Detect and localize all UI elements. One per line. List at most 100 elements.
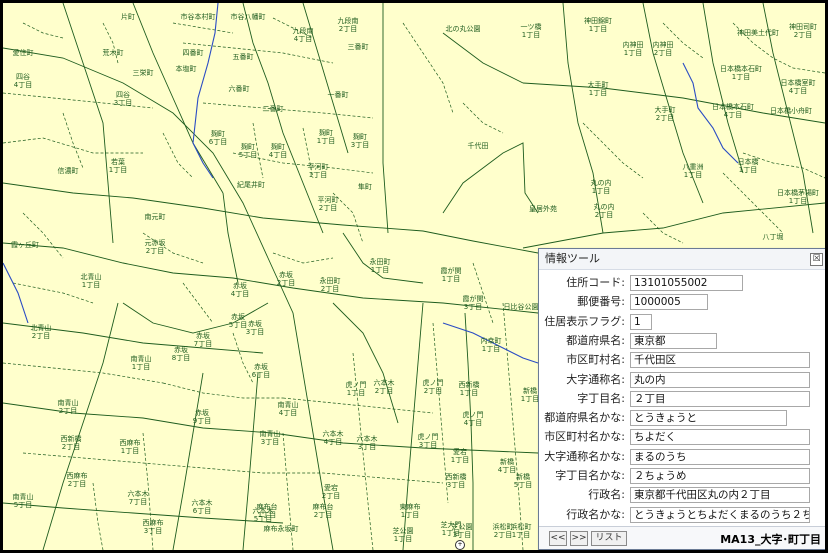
map-area-label: 四谷 3丁目	[113, 91, 133, 107]
attribute-value-field[interactable]: とうきょうと	[630, 410, 787, 427]
attribute-row: 字丁目名: ２丁目	[539, 390, 825, 407]
map-area-label: 霞ヶ丘町	[11, 241, 39, 249]
map-area-label: 九段南 2丁目	[337, 17, 359, 33]
attribute-label: 市区町村名:	[566, 353, 625, 367]
attribute-value-field[interactable]: ちよだく	[630, 429, 810, 446]
map-area-label: 片町	[121, 13, 135, 21]
map-area-label: 日本橋小舟町	[770, 107, 812, 115]
attribute-value-field[interactable]: 東京都	[630, 332, 717, 349]
attribute-label: 大字通称名:	[566, 372, 625, 386]
layer-name: MA13_大字･町丁目	[720, 533, 821, 546]
attribute-label: 市区町村名かな:	[544, 430, 625, 444]
info-tool-panel[interactable]: 情報ツール ☒ 住所コード: 13101055002 郵便番号: 1000005 住居表…	[538, 248, 825, 550]
attribute-label: 住所コード:	[566, 276, 625, 289]
map-area-label: 南青山 3丁目	[259, 430, 281, 446]
attribute-value-field[interactable]: 東京都千代田区丸の内２丁目	[630, 487, 810, 504]
attribute-row: 郵便番号: 1000005	[539, 294, 825, 311]
attribute-row: 大字通称名かな: まるのうち	[539, 448, 825, 465]
map-area-label: 荒木町	[102, 49, 124, 57]
attribute-value-field[interactable]: とうきょうとちよだくまるのうち２ちょうめ	[630, 506, 810, 523]
map-area-label: 内神田 2丁目	[652, 41, 674, 57]
attribute-label: 郵便番号:	[577, 295, 625, 309]
attribute-value-field[interactable]: 1	[630, 313, 652, 330]
map-area-label: 永田町 2丁目	[319, 277, 341, 293]
attribute-value-field[interactable]: まるのうち	[630, 448, 810, 465]
map-area-label: 芝公園 1丁目	[392, 527, 414, 543]
map-area-label: 虎ノ門 2丁目	[422, 379, 444, 395]
panel-footer: << >> リスト MA13_大字･町丁目	[539, 526, 825, 549]
list-button[interactable]: リスト	[591, 531, 627, 546]
attribute-label: 住居表示フラグ:	[544, 314, 625, 328]
map-area-label: 丸の内 2丁目	[593, 203, 615, 219]
map-area-label: 四番町	[182, 49, 204, 57]
map-area-label: 浜松町 1丁目	[510, 523, 532, 539]
map-area-label: 六本木 7丁目	[127, 490, 149, 506]
map-area-label: 内神田 1丁目	[622, 41, 644, 57]
attribute-row: 字丁目名かな: ２ちょうめ	[539, 468, 825, 484]
map-area-label: 西新橋 2丁目	[60, 435, 82, 451]
map-area-label: 赤坂 5丁目	[228, 313, 248, 329]
map-area-label: 九段南 4丁目	[292, 27, 314, 43]
map-area-label: 神田美土代町	[737, 29, 779, 37]
map-area-label: 大手町 2丁目	[654, 106, 676, 122]
attribute-label: 都道府県名:	[566, 333, 625, 347]
map-area-label: 千代田	[467, 142, 489, 150]
map-area-label: 市谷八幡町	[230, 13, 266, 21]
attribute-row: 住居表示フラグ: 1	[539, 313, 825, 330]
map-area-label: 若葉 1丁目	[108, 158, 128, 174]
map-area-label: 赤坂 6丁目	[251, 363, 271, 379]
map-area-label: 日本橋本石町 4丁目	[712, 103, 754, 119]
map-area-label: 永田町 1丁目	[369, 258, 391, 274]
attribute-value-field[interactable]: 千代田区	[630, 352, 810, 369]
attribute-value-field[interactable]: 13101055002	[630, 275, 743, 291]
map-area-label: 麹町 4丁目	[268, 143, 288, 159]
map-area-label: 六本木 6丁目	[191, 499, 213, 515]
close-icon[interactable]: ☒	[810, 253, 823, 266]
map-area-label: 北の丸公園	[445, 25, 481, 33]
map-area-label: 紀尾井町	[237, 181, 265, 189]
attribute-value-field[interactable]: ２ちょうめ	[630, 468, 810, 484]
map-area-label: 愛住町	[12, 49, 34, 57]
attribute-value-field[interactable]: 1000005	[630, 294, 708, 311]
attribute-label: 字丁目名:	[577, 391, 625, 405]
map-area-label: 八丁堀	[762, 233, 784, 241]
map-area-label: 隼町	[358, 183, 372, 191]
map-area-label: 神田司町 2丁目	[789, 23, 817, 39]
map-area-label: 西麻布 3丁目	[142, 519, 164, 535]
next-button[interactable]: >>	[570, 531, 588, 546]
map-area-label: 浜松町 2丁目	[492, 523, 514, 539]
attribute-value-field[interactable]: 丸の内	[630, 371, 810, 388]
map-area-label: 日本橋茅場町 1丁目	[777, 189, 819, 205]
panel-titlebar[interactable]: 情報ツール ☒	[539, 249, 825, 270]
map-area-label: 三栄町	[132, 69, 154, 77]
map-area-label: 平河町 2丁目	[317, 196, 339, 212]
map-area-label: 南青山 1丁目	[130, 355, 152, 371]
map-area-label: 六本木 5丁目	[252, 507, 274, 523]
attribute-label: 大字通称名かな:	[544, 449, 625, 463]
map-area-label: 一番町	[327, 91, 349, 99]
map-area-label: 丸の内 1丁目	[590, 179, 612, 195]
map-area-label: 新橋 4丁目	[497, 458, 517, 474]
map-area-label: 六本木 4丁目	[322, 430, 344, 446]
map-area-label: 四谷 4丁目	[13, 73, 33, 89]
map-area-label: 皇居外苑	[529, 205, 557, 213]
attribute-value-field[interactable]: ２丁目	[630, 390, 810, 407]
map-area-label: 内幸町 1丁目	[480, 337, 502, 353]
map-area-label: 日本橋室町 4丁目	[780, 79, 816, 95]
map-area-label: 八重洲 1丁目	[682, 163, 704, 179]
map-area-label: 麹町 1丁目	[316, 129, 336, 145]
location-marker-icon[interactable]: +	[455, 540, 465, 550]
map-area-label: 西新橋 3丁目	[445, 473, 467, 489]
panel-title: 情報ツール	[545, 252, 600, 265]
map-area-label: 虎ノ門 1丁目	[345, 381, 367, 397]
map-area-label: 日本橋本石町 1丁目	[720, 65, 762, 81]
attribute-row: 市区町村名かな: ちよだく	[539, 429, 825, 446]
attribute-row: 都道府県名: 東京都	[539, 332, 825, 349]
map-area-label: 六本木 3丁目	[356, 435, 378, 451]
map-area-label: 元赤坂 2丁目	[144, 239, 166, 255]
map-canvas[interactable]: 片町 市谷本村町 市谷八幡町 九段南 4丁目 九段南 2丁目 北の丸公園 一ツ橋 1丁目 神田錦町 1…	[3, 3, 825, 550]
attribute-row: 住所コード: 13101055002	[539, 275, 825, 291]
map-area-label: 赤坂 8丁目	[171, 346, 191, 362]
prev-button[interactable]: <<	[549, 531, 567, 546]
map-area-label: 麹町 3丁目	[350, 133, 370, 149]
